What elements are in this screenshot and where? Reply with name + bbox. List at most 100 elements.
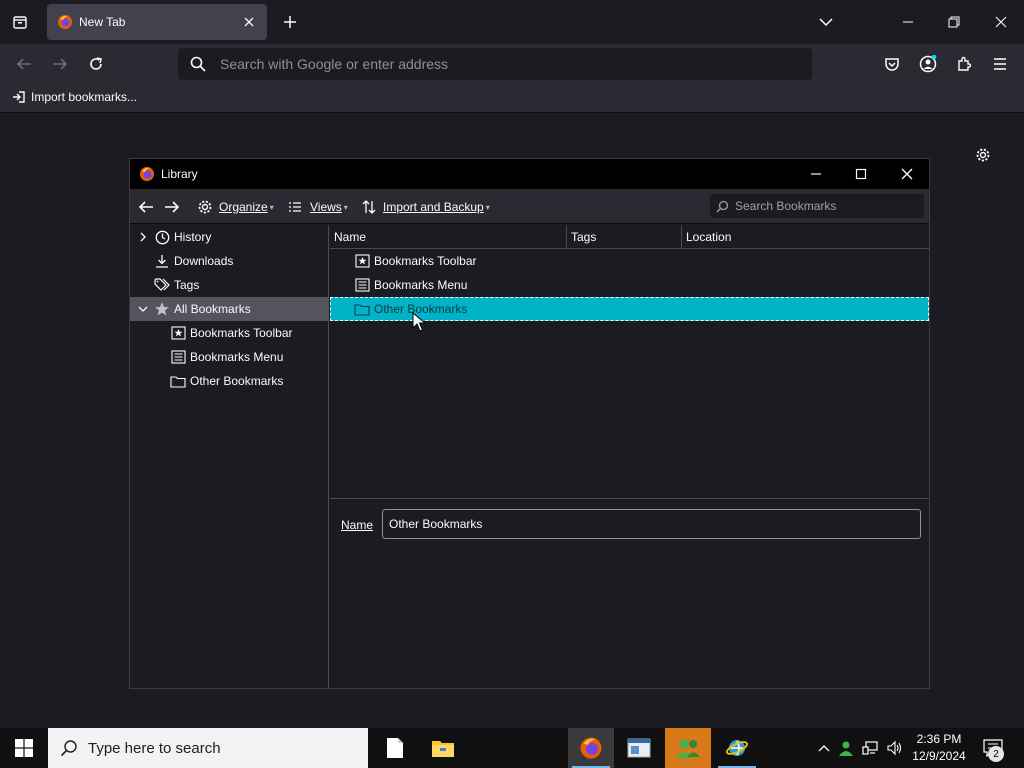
download-icon [154, 253, 170, 269]
reload-icon[interactable] [86, 54, 106, 74]
tree-label: History [174, 230, 212, 244]
network-icon[interactable] [860, 738, 880, 758]
tab-new-tab[interactable]: New Tab [47, 4, 267, 40]
bookmarks-bar: Import bookmarks... [0, 84, 1024, 113]
list-item[interactable]: Bookmarks Menu [330, 273, 929, 297]
close-window-icon[interactable] [991, 12, 1011, 32]
gear-icon [198, 200, 212, 214]
new-tab-plus-icon[interactable] [280, 12, 300, 32]
name-field[interactable]: Other Bookmarks [382, 509, 921, 539]
gear-icon[interactable] [973, 145, 993, 165]
taskbar-search-input[interactable]: Type here to search [48, 728, 368, 768]
column-header-tags[interactable]: Tags [566, 225, 681, 249]
forward-arrow-icon[interactable] [164, 197, 180, 217]
library-tree: History Downloads Tags All Bookmarks Boo… [130, 225, 329, 689]
url-placeholder: Search with Google or enter address [220, 56, 449, 72]
import-bookmarks-label: Import bookmarks... [31, 90, 138, 104]
list-item[interactable]: Bookmarks Toolbar [330, 249, 929, 273]
taskbar-clock[interactable]: 2:36 PM 12/9/2024 [908, 731, 970, 765]
chevron-up-icon[interactable] [814, 738, 834, 758]
back-arrow-icon[interactable] [14, 54, 34, 74]
library-title: Library [161, 167, 198, 181]
list-item-name: Bookmarks Menu [374, 278, 468, 292]
chevron-right-icon[interactable] [138, 232, 148, 242]
minimize-icon[interactable] [898, 12, 918, 32]
internet-explorer-icon[interactable] [714, 728, 760, 768]
name-field-label: Name [341, 518, 374, 532]
import-backup-label: Import and Backup [383, 200, 484, 214]
mouse-cursor-icon [412, 312, 426, 332]
windows-start-icon[interactable] [0, 728, 48, 768]
dropdown-caret-icon: ▾ [485, 202, 490, 212]
volume-icon[interactable] [884, 738, 904, 758]
search-bookmarks-input[interactable]: Search Bookmarks [710, 194, 924, 218]
import-backup-menu-button[interactable]: Import and Backup ▾ [362, 197, 490, 217]
tree-label: Downloads [174, 254, 234, 268]
close-tab-icon[interactable] [241, 14, 257, 30]
clock-icon [154, 229, 170, 245]
folder-icon [354, 301, 370, 317]
file-explorer-icon[interactable] [420, 728, 466, 768]
restore-icon[interactable] [944, 12, 964, 32]
user-tray-icon[interactable] [836, 738, 856, 758]
dropdown-caret-icon: ▾ [269, 202, 274, 212]
firefox-taskbar-icon[interactable] [568, 728, 614, 768]
folder-icon [170, 373, 186, 389]
tree-label: All Bookmarks [174, 302, 251, 316]
firefox-view-icon[interactable] [8, 10, 32, 34]
windows-taskbar: Type here to search 2:36 PM 12/9/2024 [0, 728, 1024, 768]
search-bookmarks-placeholder: Search Bookmarks [735, 199, 837, 213]
pocket-icon[interactable] [882, 54, 902, 74]
search-icon [190, 56, 206, 72]
tab-title: New Tab [79, 15, 126, 29]
account-icon[interactable] [918, 54, 938, 74]
tree-item-history[interactable]: History [130, 225, 329, 249]
details-pane: Name Other Bookmarks [330, 500, 929, 689]
views-label: Views [310, 200, 342, 214]
clock-time: 2:36 PM [916, 732, 962, 746]
forward-arrow-icon[interactable] [50, 54, 70, 74]
column-header-name[interactable]: Name [330, 225, 566, 249]
hamburger-menu-icon[interactable] [990, 54, 1010, 74]
tree-item-tags[interactable]: Tags [130, 273, 329, 297]
organize-label: Organize [219, 200, 268, 214]
bookmarks-menu-icon [354, 277, 370, 293]
extensions-icon[interactable] [954, 54, 974, 74]
close-window-icon[interactable] [897, 164, 917, 184]
tree-item-other-bookmarks[interactable]: Other Bookmarks [130, 369, 329, 393]
chevron-down-icon[interactable] [138, 304, 148, 314]
minimize-icon[interactable] [806, 164, 826, 184]
window-app-icon[interactable] [616, 728, 662, 768]
firefox-logo-icon [58, 15, 72, 29]
tree-item-all-bookmarks[interactable]: All Bookmarks [130, 297, 329, 321]
star-icon [154, 301, 170, 317]
views-menu-button[interactable]: Views ▾ [288, 197, 348, 217]
organize-menu-button[interactable]: Organize ▾ [197, 197, 274, 217]
import-bookmarks-button[interactable]: Import bookmarks... [12, 90, 137, 104]
tab-strip: New Tab [0, 0, 1024, 44]
tree-item-bookmarks-menu[interactable]: Bookmarks Menu [130, 345, 329, 369]
tree-item-bookmarks-toolbar[interactable]: Bookmarks Toolbar [130, 321, 329, 345]
search-icon [60, 740, 77, 757]
sort-arrows-icon [362, 200, 376, 214]
tree-item-downloads[interactable]: Downloads [130, 249, 329, 273]
bookmarks-menu-icon [170, 349, 186, 365]
tag-icon [154, 277, 170, 293]
list-item-name: Bookmarks Toolbar [374, 254, 477, 268]
bookmarks-toolbar-icon [354, 253, 370, 269]
firefox-logo-icon [140, 167, 154, 181]
url-bar[interactable]: Search with Google or enter address [178, 48, 812, 80]
tree-label: Tags [174, 278, 200, 292]
column-header-location[interactable]: Location [681, 225, 929, 249]
chevron-down-icon[interactable] [816, 12, 836, 32]
library-toolbar: Organize ▾ Views ▾ Import and Backup ▾ S… [130, 189, 929, 224]
notification-count-badge: 2 [988, 746, 1004, 762]
users-app-icon[interactable] [665, 728, 711, 768]
clock-date: 12/9/2024 [912, 749, 966, 763]
tree-label: Bookmarks Toolbar [190, 326, 293, 340]
taskbar-search-placeholder: Type here to search [88, 739, 221, 757]
back-arrow-icon[interactable] [138, 197, 154, 217]
notepad-app-icon[interactable] [372, 728, 418, 768]
bookmarks-list: Name Tags Location Bookmarks Toolbar Boo… [330, 225, 929, 499]
maximize-icon[interactable] [851, 164, 871, 184]
